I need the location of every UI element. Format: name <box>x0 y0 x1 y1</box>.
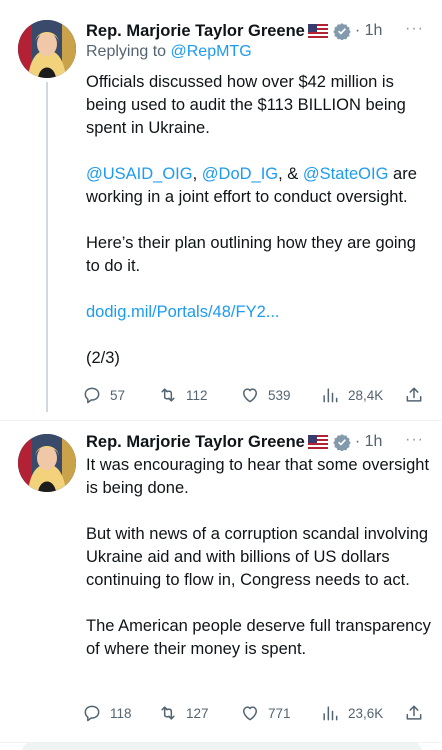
view-count: 28,4K <box>348 387 384 403</box>
share-button[interactable] <box>404 385 424 410</box>
like-button[interactable]: 539 <box>240 385 291 405</box>
avatar-image <box>18 20 76 78</box>
reply-composer-edge[interactable] <box>22 742 422 750</box>
tweet-paragraph: (2/3) <box>86 349 120 367</box>
tweet-text: Officials discussed how over $42 million… <box>86 71 431 370</box>
avatar[interactable] <box>18 434 76 492</box>
text-separator: , <box>192 165 202 183</box>
tweet-text: It was encouraging to hear that some ove… <box>86 454 431 661</box>
views-button[interactable]: 28,4K <box>320 385 383 405</box>
reply-count: 118 <box>110 705 132 721</box>
share-button[interactable] <box>404 703 424 728</box>
avatar-image <box>18 434 76 492</box>
like-button[interactable]: 771 <box>240 703 291 723</box>
views-button[interactable]: 23,6K <box>320 703 383 723</box>
text-separator: , & <box>278 165 303 183</box>
like-count: 771 <box>268 705 291 721</box>
tweet[interactable]: Rep. Marjorie Taylor Greene · 1h ··· Rep… <box>0 0 442 420</box>
replying-to: Replying to @RepMTG <box>86 43 252 61</box>
more-options-icon[interactable]: ··· <box>405 20 424 38</box>
reply-count: 57 <box>110 387 126 403</box>
mention-link[interactable]: @DoD_IG <box>202 165 278 183</box>
replying-handle-link[interactable]: @RepMTG <box>171 43 252 60</box>
retweet-icon <box>161 388 175 402</box>
tweet-header: Rep. Marjorie Taylor Greene · 1h ··· <box>86 431 430 453</box>
retweet-count: 127 <box>186 705 209 721</box>
tweet-paragraph: Here’s their plan outlining how they are… <box>86 234 416 275</box>
tweet-actions: 57 112 539 28,4K <box>82 385 427 409</box>
replying-label: Replying to <box>86 43 167 60</box>
retweet-button[interactable]: 127 <box>158 703 209 723</box>
views-icon <box>323 388 338 403</box>
tweet-paragraph: Officials discussed how over $42 million… <box>86 73 406 137</box>
us-flag-icon <box>307 435 328 449</box>
avatar[interactable] <box>18 20 76 78</box>
author-name[interactable]: Rep. Marjorie Taylor Greene <box>86 22 305 41</box>
timestamp[interactable]: · 1h <box>355 22 383 40</box>
author-name[interactable]: Rep. Marjorie Taylor Greene <box>86 433 305 452</box>
like-count: 539 <box>268 387 291 403</box>
share-icon <box>406 705 422 720</box>
tweet-paragraph: The American people deserve full transpa… <box>86 617 431 658</box>
share-icon <box>406 387 422 402</box>
reply-button[interactable]: 57 <box>82 385 125 405</box>
heart-icon <box>243 388 257 403</box>
thread-line <box>46 82 48 412</box>
mention-link[interactable]: @StateOIG <box>303 165 389 183</box>
tweet-header: Rep. Marjorie Taylor Greene · 1h ··· <box>86 20 430 42</box>
tweet[interactable]: Rep. Marjorie Taylor Greene · 1h ··· It … <box>0 420 442 742</box>
more-options-icon[interactable]: ··· <box>405 431 424 449</box>
retweet-icon <box>161 706 175 720</box>
reply-icon <box>84 387 100 404</box>
tweet-actions: 118 127 771 23,6K <box>82 703 427 727</box>
mention-link[interactable]: @USAID_OIG <box>86 165 193 183</box>
tweet-paragraph: @USAID_OIG, @DoD_IG, & @StateOIG are wor… <box>86 163 431 209</box>
heart-icon <box>243 706 257 721</box>
retweet-count: 112 <box>186 387 208 403</box>
view-count: 23,6K <box>348 705 384 721</box>
verified-badge-icon <box>333 23 351 40</box>
reply-icon <box>84 705 100 722</box>
url-link[interactable]: dodig.mil/Portals/48/FY2... <box>86 301 431 324</box>
timestamp[interactable]: · 1h <box>355 433 383 451</box>
views-icon <box>323 706 338 721</box>
us-flag-icon <box>307 24 328 38</box>
reply-button[interactable]: 118 <box>82 703 132 723</box>
tweet-paragraph: It was encouraging to hear that some ove… <box>86 456 430 497</box>
verified-badge-icon <box>333 434 351 451</box>
retweet-button[interactable]: 112 <box>158 385 208 405</box>
tweet-paragraph: But with news of a corruption scandal in… <box>86 525 429 589</box>
